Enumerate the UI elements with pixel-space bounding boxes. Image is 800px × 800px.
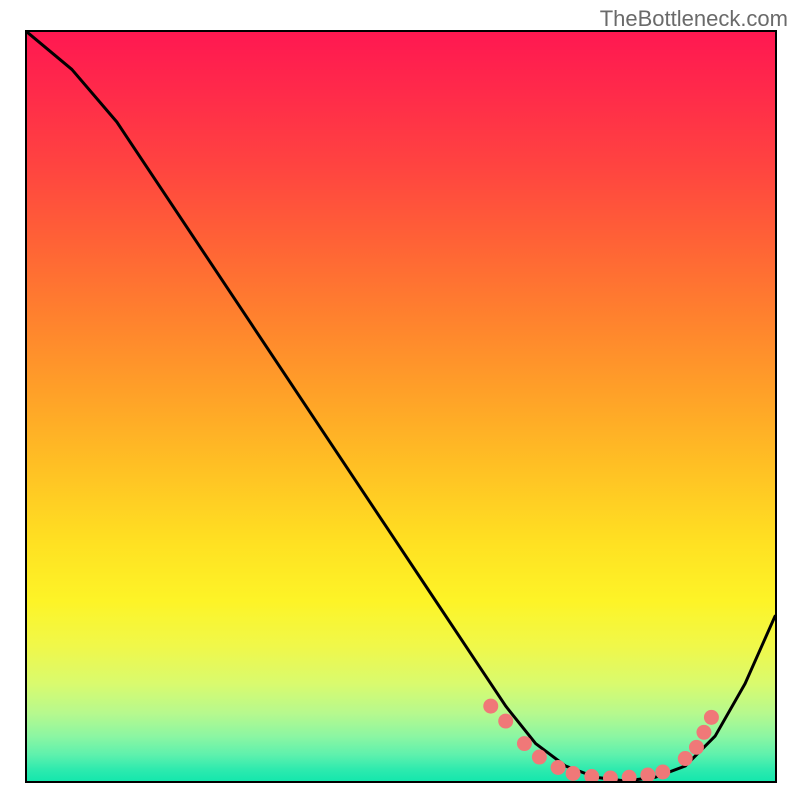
bottleneck-curve xyxy=(27,32,775,781)
chart-container: TheBottleneck.com xyxy=(0,0,800,800)
marker-dot xyxy=(584,769,599,781)
marker-dot xyxy=(655,765,670,780)
marker-dot xyxy=(483,699,498,714)
marker-cluster xyxy=(483,699,719,781)
marker-dot xyxy=(603,771,618,781)
marker-dot xyxy=(622,770,637,781)
marker-dot xyxy=(498,714,513,729)
marker-dot xyxy=(517,736,532,751)
marker-dot xyxy=(696,725,711,740)
marker-dot xyxy=(551,760,566,775)
curve-svg xyxy=(27,32,775,781)
marker-dot xyxy=(532,750,547,765)
marker-dot xyxy=(689,740,704,755)
marker-dot xyxy=(566,766,581,781)
marker-dot xyxy=(678,751,693,766)
plot-area xyxy=(25,30,777,783)
marker-dot xyxy=(640,768,655,781)
watermark-text: TheBottleneck.com xyxy=(600,6,788,32)
marker-dot xyxy=(704,710,719,725)
